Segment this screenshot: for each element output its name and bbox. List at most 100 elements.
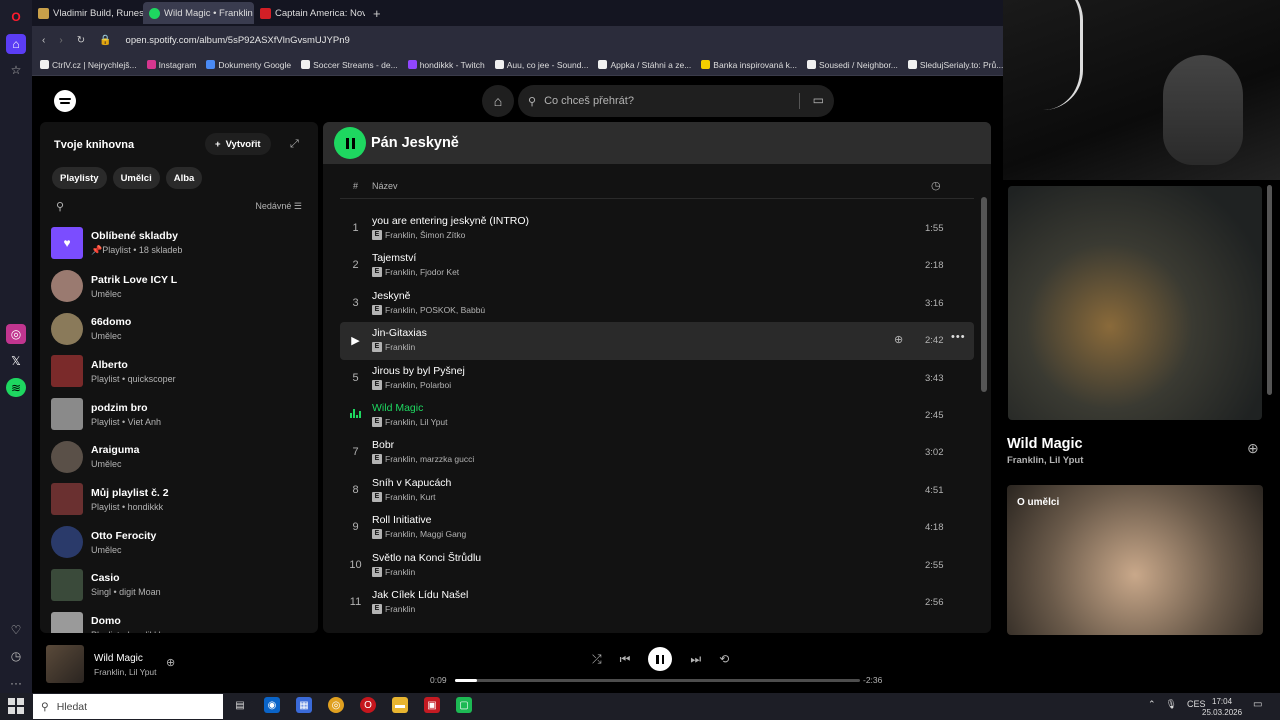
bookmark[interactable]: Appka / Stáhni a ze... [598, 60, 691, 70]
opera-logo-icon[interactable]: O [6, 7, 26, 27]
track-row[interactable]: ▶ Jin-Gitaxias E Franklin ⊕ 2:42 ••• [340, 322, 974, 360]
track-artists[interactable]: E Franklin [372, 566, 415, 577]
track-row[interactable]: 10 Světlo na Konci Štrůdlu E Franklin 2:55 [340, 547, 974, 584]
now-playing-artist[interactable]: Franklin, Lil Yput [94, 667, 157, 677]
track-row[interactable]: 8 Sníh v Kapucách E Franklin, Kurt 4:51 [340, 472, 974, 509]
bookmark[interactable]: Soccer Streams - de... [301, 60, 398, 70]
track-artists[interactable]: E Franklin [372, 342, 415, 353]
bookmark[interactable]: SledujSerialy.to: Prů... [907, 60, 1003, 70]
track-artists[interactable]: E Franklin, Polarboi [372, 379, 451, 390]
chrome-icon[interactable]: ◎ [328, 697, 344, 713]
library-search-icon[interactable]: ⚲ [56, 200, 64, 213]
track-artists[interactable]: E Franklin, Maggi Gang [372, 529, 466, 540]
next-icon[interactable]: ⏭ [690, 652, 701, 667]
panel-scrollbar[interactable] [1267, 185, 1272, 395]
outlook-icon[interactable]: ◉ [264, 697, 280, 713]
bookmark[interactable]: Auu, co jee - Sound... [494, 60, 588, 70]
add-circle-icon[interactable]: ⊕ [894, 333, 903, 346]
scrollbar[interactable] [981, 197, 987, 392]
bookmark[interactable]: Banka inspirovaná k... [701, 60, 797, 70]
reload-icon[interactable]: ↻ [77, 35, 85, 46]
track-row[interactable]: 9 Roll Initiative E Franklin, Maggi Gang 4:1… [340, 509, 974, 546]
chip-playlists[interactable]: Playlisty [52, 167, 107, 189]
library-item[interactable]: Alberto Playlist • quickscoper [51, 350, 313, 393]
tray-chevron-icon[interactable]: ⌃ [1148, 699, 1156, 710]
tab-vladimir[interactable]: Vladimir Build, Runes & C [32, 2, 143, 24]
play-pause-button[interactable] [648, 647, 673, 671]
notification-icon[interactable]: ▭ [1253, 699, 1262, 710]
track-artists[interactable]: E Franklin, POSKOK, Babbú [372, 304, 485, 315]
track-artists[interactable]: E Franklin, Kurt [372, 491, 436, 502]
track-title[interactable]: Světlo na Konci Štrůdlu [372, 552, 481, 564]
taskbar-search[interactable]: ⚲ Hledat [33, 694, 223, 719]
library-item[interactable]: Casio Singl • digit Moan [51, 564, 313, 607]
taskbar-clock[interactable]: 17:04 25.03.2026 [1202, 696, 1242, 718]
track-title[interactable]: you are entering jeskyně (INTRO) [372, 215, 529, 227]
track-row[interactable]: 3 Jeskyně E Franklin, POSKOK, Babbú 3:16 [340, 285, 974, 322]
track-row[interactable]: 5 Jirous by byl Pyšnej E Franklin, Polarboi… [340, 360, 974, 397]
expand-icon[interactable]: ⤢ [290, 138, 299, 151]
chip-albums[interactable]: Alba [165, 167, 203, 189]
more-icon[interactable]: ··· [6, 673, 26, 693]
opera-taskbar-icon[interactable]: O [360, 697, 376, 713]
library-item[interactable]: podzim bro Playlist • Viet Anh [51, 393, 313, 436]
progress-bar[interactable] [455, 679, 860, 682]
repeat-icon[interactable]: ⟲ [719, 652, 729, 666]
bookmark[interactable]: Dokumenty Google [206, 60, 291, 70]
file-explorer-icon[interactable]: ▬ [392, 697, 408, 713]
search-input[interactable]: ⚲ Co chceš přehrát? ▭ [518, 85, 834, 117]
bookmark[interactable]: Sousedi / Neighbor... [806, 60, 898, 70]
spotify-icon[interactable]: ≋ [6, 377, 26, 398]
track-row[interactable]: 7 Bobr E Franklin, marzzka gucci 3:02 [340, 434, 974, 471]
spotify-logo-icon[interactable] [54, 90, 76, 112]
bookmark[interactable]: hondikkk - Twitch [407, 60, 485, 70]
track-artists[interactable]: E Franklin, Šimon Zítko [372, 230, 465, 240]
back-icon[interactable]: ‹ [42, 35, 45, 46]
track-row[interactable]: 11 Jak Cílek Lídu Našel E Franklin 2:56 [340, 584, 974, 621]
track-row[interactable]: 1 you are entering jeskyně (INTRO) E Frankl… [340, 210, 974, 247]
library-item[interactable]: 66domo Umělec [51, 307, 313, 350]
heart-icon[interactable]: ♡ [6, 620, 26, 640]
play-icon[interactable]: ▶ [340, 334, 371, 347]
track-row[interactable]: 2 Tajemství E Franklin, Fjodor Ket 2:18 [340, 247, 974, 284]
task-view-icon[interactable]: ▤ [232, 697, 248, 713]
track-title[interactable]: Jak Cílek Lídu Našel [372, 589, 468, 601]
browse-icon[interactable]: ▭ [813, 93, 824, 107]
track-title[interactable]: Jirous by byl Pyšnej [372, 365, 465, 377]
forward-icon[interactable]: › [59, 35, 62, 46]
instagram-icon[interactable]: ◎ [6, 324, 26, 344]
library-item[interactable]: Můj playlist č. 2 Playlist • hondikkk [51, 478, 313, 521]
tab-captain-america[interactable]: Captain America: Nový svě [254, 2, 365, 24]
new-tab-button[interactable]: + [365, 6, 389, 21]
microphone-icon[interactable]: 🎙 [1166, 699, 1177, 710]
windows-start-icon[interactable] [8, 698, 24, 714]
now-playing-cover[interactable] [46, 645, 84, 683]
track-artists[interactable]: E Franklin, marzzka gucci [372, 454, 474, 465]
track-artists[interactable]: E Franklin, Lil Yput [372, 416, 448, 427]
track-title[interactable]: Sníh v Kapucách [372, 477, 451, 489]
bookmark[interactable]: CtrlV.cz | Nejrychlejš... [40, 60, 137, 70]
pinboard-icon[interactable]: ☆ [6, 61, 26, 81]
home-button[interactable]: ⌂ [482, 85, 514, 117]
track-title[interactable]: Roll Initiative [372, 514, 432, 526]
add-to-library-icon[interactable]: ⊕ [166, 656, 175, 669]
store-icon[interactable]: ▦ [296, 697, 312, 713]
bookmark[interactable]: Instagram [146, 60, 196, 70]
now-playing-title[interactable]: Wild Magic [94, 653, 143, 664]
url-field[interactable]: open.spotify.com/album/5sP92ASXfVlnGvsmU… [126, 35, 350, 46]
home-icon[interactable]: ⌂ [6, 33, 26, 54]
track-artists[interactable]: E Franklin [372, 603, 415, 614]
red-app-icon[interactable]: ▣ [424, 697, 440, 713]
track-row[interactable]: Wild Magic E Franklin, Lil Yput 2:45 [340, 397, 974, 434]
history-icon[interactable]: ◷ [6, 647, 26, 667]
library-item[interactable]: Otto Ferocity Umělec [51, 521, 313, 564]
pause-button[interactable] [334, 127, 366, 159]
about-artist-card[interactable]: O umělci [1007, 485, 1263, 635]
add-circle-icon[interactable]: ⊕ [1247, 440, 1259, 457]
track-title[interactable]: Jeskyně [372, 290, 411, 302]
track-artists[interactable]: E Franklin, Fjodor Ket [372, 267, 459, 278]
library-item[interactable]: Domo Playlist • hondikkk [51, 606, 313, 633]
panel-track-title[interactable]: Wild Magic [1007, 436, 1083, 452]
track-title[interactable]: Tajemství [372, 252, 416, 264]
track-title[interactable]: Jin-Gitaxias [372, 327, 427, 339]
